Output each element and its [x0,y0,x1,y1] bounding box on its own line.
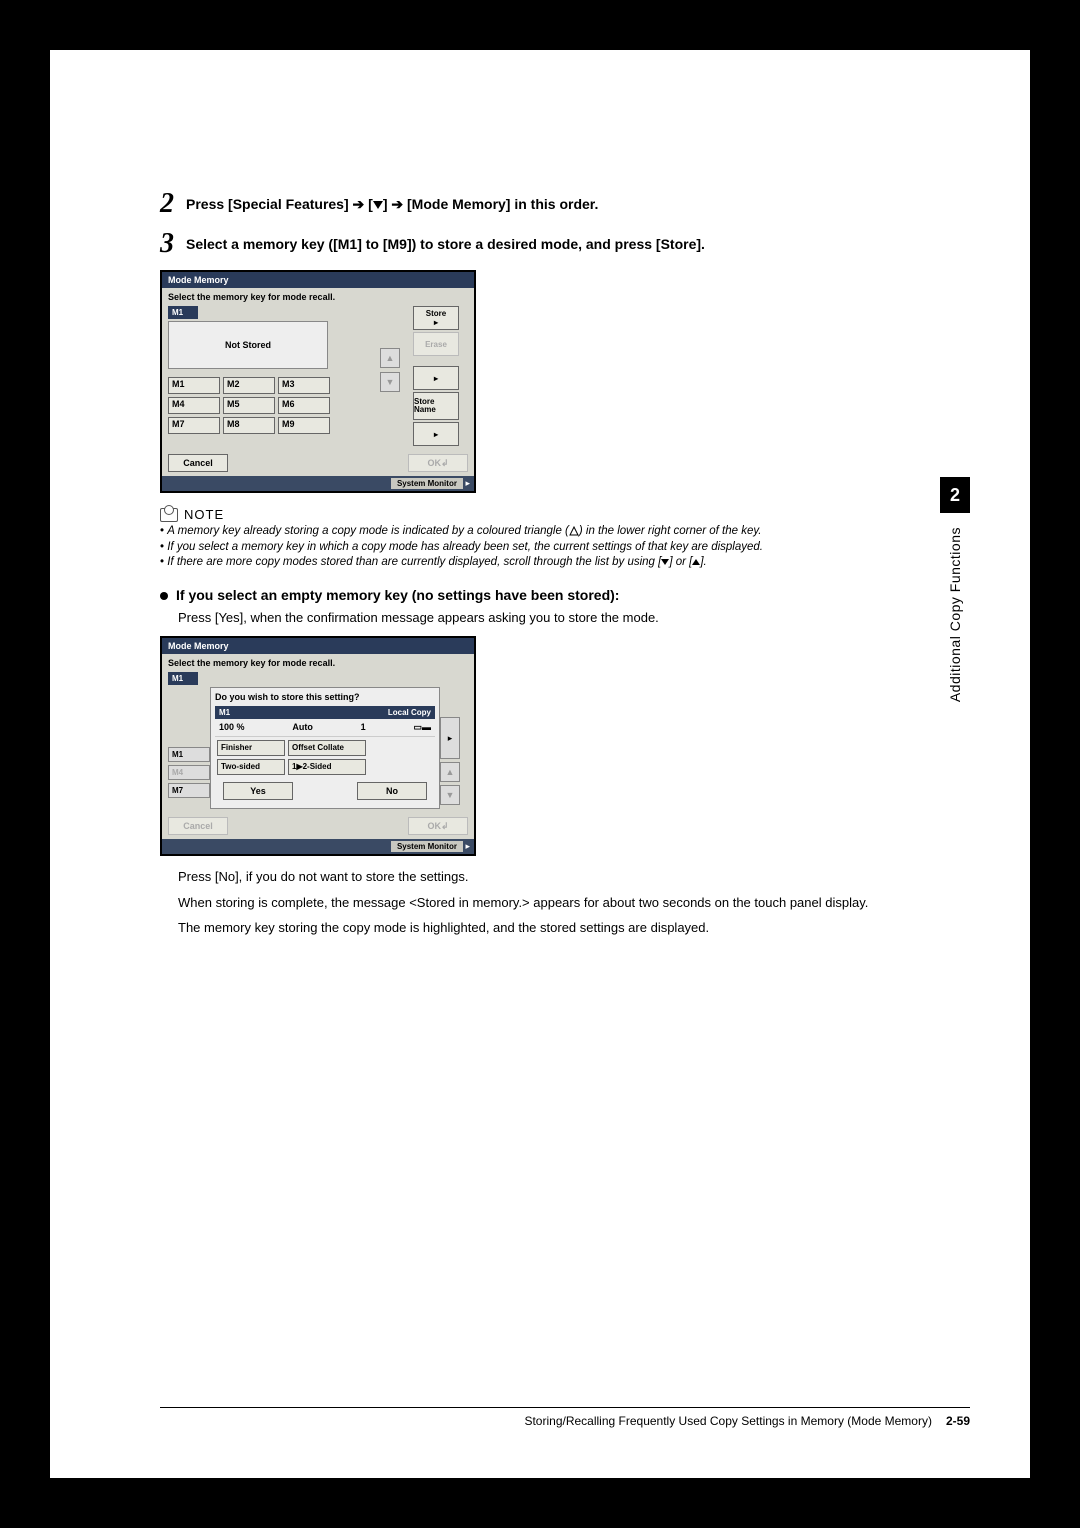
offset-collate-option[interactable]: Offset Collate [288,740,366,756]
step-text: Select a memory key ([M1] to [M9]) to st… [186,230,705,252]
side-indicator: ▸ [440,717,460,759]
step-number: 3 [160,230,174,258]
system-monitor-button[interactable]: System Monitor [391,478,463,489]
panel-title: Mode Memory [162,272,474,288]
no-button[interactable]: No [357,782,427,800]
preview-status: Not Stored [168,321,328,369]
scroll-up-button[interactable]: ▲ [440,762,460,782]
cancel-button[interactable]: Cancel [168,817,228,835]
selected-key-label: M1 [168,672,198,685]
ratio-value: 100 % [219,722,245,733]
scroll-up-button[interactable]: ▲ [380,348,400,368]
count-value: 1 [361,722,366,733]
memory-key-m4[interactable]: M4 [168,765,210,780]
memory-key-m3[interactable]: M3 [278,377,330,394]
step-3: 3 Select a memory key ([M1] to [M9]) to … [160,230,880,258]
memory-key-m4[interactable]: M4 [168,397,220,414]
body-text: Press [Yes], when the confirmation messa… [178,609,880,627]
page-footer: Storing/Recalling Frequently Used Copy S… [160,1407,970,1428]
cancel-button[interactable]: Cancel [168,454,228,472]
mode-memory-panel: Mode Memory Select the memory key for mo… [160,270,476,493]
body-text: The memory key storing the copy mode is … [178,919,880,937]
step-number: 2 [160,190,174,218]
memory-key-m6[interactable]: M6 [278,397,330,414]
note-heading: NOTE [160,507,880,522]
note-icon [160,508,178,522]
yes-button[interactable]: Yes [223,782,293,800]
confirm-dialog: Do you wish to store this setting? M1 Lo… [210,687,440,809]
note-label: NOTE [184,507,224,522]
paper-icon: ▭▬ [413,722,431,733]
subsection-heading: If you select an empty memory key (no se… [160,587,880,603]
chapter-number: 2 [940,477,970,513]
panel-subtitle: Select the memory key for mode recall. [168,292,468,302]
store-name-button[interactable]: Store Name [413,392,459,420]
footer-text: Storing/Recalling Frequently Used Copy S… [524,1414,932,1428]
bullet-icon [160,592,168,600]
store-button[interactable]: Store▸ [413,306,459,330]
erase-button[interactable]: Erase [413,332,459,356]
submenu-button[interactable]: ▸ [413,366,459,390]
memory-key-m2[interactable]: M2 [223,377,275,394]
note-list: A memory key already storing a copy mode… [160,524,880,571]
local-copy-label: Local Copy [388,708,431,717]
auto-label: Auto [292,722,313,733]
panel-subtitle: Select the memory key for mode recall. [168,658,468,668]
arrow-icon: ➔ [353,196,365,212]
scroll-down-button[interactable]: ▼ [440,785,460,805]
two-sided-option[interactable]: Two-sided [217,759,285,775]
memory-key-m5[interactable]: M5 [223,397,275,414]
panel-title: Mode Memory [162,638,474,654]
note-item: If you select a memory key in which a co… [160,540,880,556]
note-item: If there are more copy modes stored than… [160,555,880,571]
system-monitor-button[interactable]: System Monitor [391,841,463,852]
one-two-sided-option[interactable]: 1▶2-Sided [288,759,366,775]
memory-key-m7[interactable]: M7 [168,417,220,434]
dialog-key-label: M1 [219,708,230,717]
ok-button[interactable]: OK ↲ [408,454,468,472]
subsection-title: If you select an empty memory key (no se… [176,587,619,603]
body-text: When storing is complete, the message <S… [178,894,880,912]
ok-button[interactable]: OK ↲ [408,817,468,835]
down-arrow-icon [373,201,383,209]
note-item: A memory key already storing a copy mode… [160,524,880,540]
page-number: 2-59 [946,1414,970,1428]
arrow-icon: ➔ [391,196,403,212]
mode-memory-confirm-panel: Mode Memory Select the memory key for mo… [160,636,476,856]
finisher-option[interactable]: Finisher [217,740,285,756]
memory-key-m1[interactable]: M1 [168,747,210,762]
chapter-tab: 2 Additional Copy Functions [940,477,970,702]
scroll-down-button[interactable]: ▼ [380,372,400,392]
memory-key-m7[interactable]: M7 [168,783,210,798]
chapter-label: Additional Copy Functions [947,527,963,702]
memory-key-m8[interactable]: M8 [223,417,275,434]
dialog-title: Do you wish to store this setting? [215,692,435,702]
submenu-button[interactable]: ▸ [413,422,459,446]
step-2: 2 Press [Special Features] ➔ [] ➔ [Mode … [160,190,880,218]
step-text: Press [Special Features] ➔ [] ➔ [Mode Me… [186,190,598,213]
memory-key-m9[interactable]: M9 [278,417,330,434]
memory-key-m1[interactable]: M1 [168,377,220,394]
body-text: Press [No], if you do not want to store … [178,868,880,886]
selected-key-label: M1 [168,306,198,319]
